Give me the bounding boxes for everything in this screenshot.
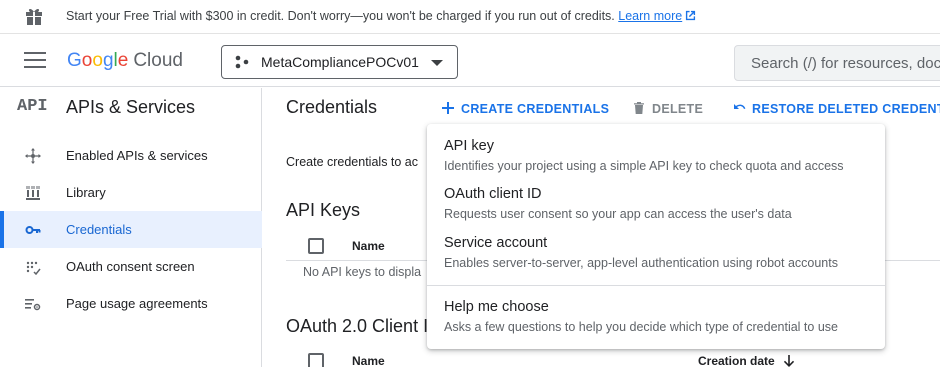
external-link-icon (686, 10, 696, 21)
learn-more-link[interactable]: Learn more (618, 9, 696, 23)
free-trial-banner: Start your Free Trial with $300 in credi… (0, 0, 940, 34)
learn-more-label: Learn more (618, 9, 683, 23)
menu-item-oauth-client-id[interactable]: OAuth client ID Requests user consent so… (427, 186, 885, 230)
library-icon (26, 186, 40, 200)
sidebar-item-label: Credentials (66, 222, 132, 237)
search-box[interactable] (734, 45, 940, 81)
menu-icon-bar (24, 59, 46, 61)
api-keys-empty-message: No API keys to displa (303, 265, 422, 279)
column-header-name[interactable]: Name (352, 354, 385, 367)
sidebar-header: API APIs & Services (0, 88, 262, 128)
delete-button[interactable]: DELETE (632, 101, 703, 116)
page-toolbar: Credentials CREATE CREDENTIALS DELETE RE… (263, 88, 940, 128)
google-cloud-logo[interactable]: Google Cloud (67, 50, 183, 72)
project-name: MetaCompliancePOCv01 (261, 54, 419, 70)
menu-item-title: Service account (444, 235, 548, 251)
menu-item-description: Requests user consent so your app can ac… (444, 207, 792, 221)
banner-message: Start your Free Trial with $300 in credi… (66, 9, 615, 23)
page-title: Credentials (286, 97, 378, 117)
plus-icon (442, 102, 454, 114)
top-header: Google Cloud MetaCompliancePOCv01 (0, 34, 940, 87)
sidebar-item-label: Library (66, 185, 106, 200)
create-credentials-label: CREATE CREDENTIALS (461, 102, 610, 116)
api-keys-section-title: API Keys (286, 200, 361, 220)
undo-icon (734, 104, 746, 109)
project-hierarchy-icon (235, 55, 249, 69)
sidebar-item-page-usage[interactable]: Page usage agreements (0, 285, 262, 322)
oauth-clients-section-title: OAuth 2.0 Client I (286, 316, 429, 336)
logo-letter: e (117, 50, 129, 71)
sidebar-item-credentials[interactable]: Credentials (0, 211, 262, 248)
create-credentials-menu: API key Identifies your project using a … (427, 124, 885, 349)
select-all-checkbox[interactable] (308, 238, 324, 254)
menu-item-description: Identifies your project using a simple A… (444, 159, 844, 173)
menu-item-title: API key (444, 138, 494, 154)
consent-icon (26, 261, 41, 275)
restore-label: RESTORE DELETED CREDENTIALS (752, 102, 940, 116)
key-icon (25, 226, 41, 234)
sidebar-item-label: Page usage agreements (66, 296, 208, 311)
logo-letter: o (81, 50, 93, 71)
column-header-creation-date[interactable]: Creation date (698, 354, 795, 367)
settings-list-icon (25, 299, 41, 311)
search-input[interactable] (735, 46, 940, 80)
restore-deleted-credentials-button[interactable]: RESTORE DELETED CREDENTIALS (732, 101, 940, 116)
api-badge-icon: API (17, 97, 48, 116)
logo-cloud-text: Cloud (133, 50, 183, 71)
logo-letter: g (102, 50, 114, 71)
menu-item-description: Enables server-to-server, app-level auth… (444, 256, 838, 270)
sidebar-item-label: Enabled APIs & services (66, 148, 208, 163)
menu-item-description: Asks a few questions to help you decide … (444, 320, 838, 334)
oauth-table-header: Name Creation date (286, 346, 940, 367)
main-menu-button[interactable] (24, 52, 46, 70)
column-header-name[interactable]: Name (352, 239, 385, 253)
menu-item-title: Help me choose (444, 299, 549, 315)
menu-item-service-account[interactable]: Service account Enables server-to-server… (427, 235, 885, 279)
credentials-description: Create credentials to ac (286, 155, 419, 169)
menu-item-help-me-choose[interactable]: Help me choose Asks a few questions to h… (427, 299, 885, 339)
menu-item-api-key[interactable]: API key Identifies your project using a … (427, 138, 885, 182)
logo-letter: G (67, 50, 82, 71)
banner-text: Start your Free Trial with $300 in credi… (66, 9, 696, 23)
sidebar-item-enabled-apis[interactable]: Enabled APIs & services (0, 137, 262, 174)
sidebar-title: APIs & Services (66, 97, 196, 117)
menu-divider (427, 285, 885, 286)
menu-icon-bar (24, 52, 46, 54)
sidebar-item-library[interactable]: Library (0, 174, 262, 211)
sidebar: API APIs & Services Enabled APIs & servi… (0, 88, 262, 367)
trash-icon (634, 102, 644, 114)
sidebar-item-label: OAuth consent screen (66, 259, 195, 274)
logo-letter: o (92, 50, 103, 71)
creation-date-label: Creation date (698, 354, 775, 367)
select-all-checkbox[interactable] (308, 353, 324, 367)
hub-icon (25, 148, 41, 164)
delete-label: DELETE (652, 102, 704, 116)
sidebar-item-oauth-consent[interactable]: OAuth consent screen (0, 248, 262, 285)
create-credentials-button[interactable]: CREATE CREDENTIALS (441, 101, 609, 116)
menu-item-title: OAuth client ID (444, 186, 542, 202)
sidebar-nav: Enabled APIs & services Library Credenti… (0, 137, 262, 322)
project-selector[interactable]: MetaCompliancePOCv01 (221, 45, 458, 79)
menu-icon-bar (24, 66, 46, 68)
arrow-down-icon (783, 355, 794, 367)
gift-icon (26, 8, 42, 25)
chevron-down-icon (431, 60, 443, 66)
